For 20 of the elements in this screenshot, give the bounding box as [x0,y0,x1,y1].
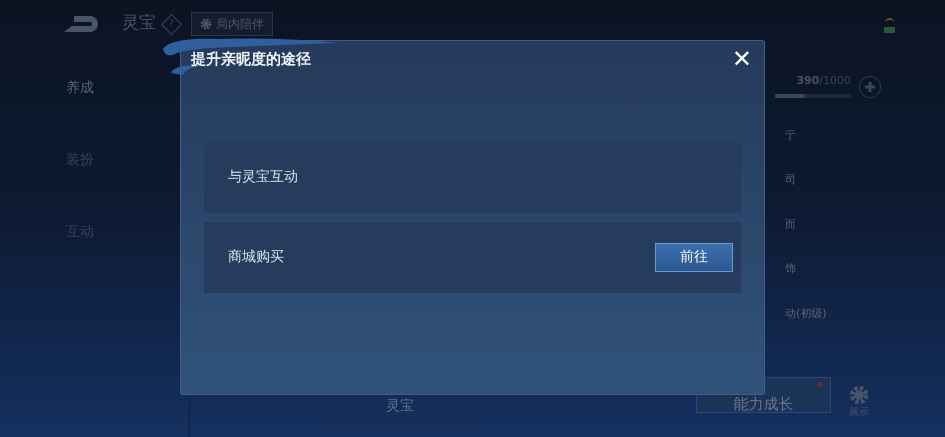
go-button[interactable]: 前往 [655,243,733,272]
plus-icon [864,80,876,92]
option-label: 与灵宝互动 [228,168,298,187]
gear-icon [200,18,212,30]
list-label: 而 [785,216,797,232]
option-row[interactable]: 商城购买 前往 [204,222,741,293]
settings-icon[interactable] [849,385,869,405]
list-label: 司 [785,172,797,188]
help-icon[interactable]: ? [160,13,182,35]
list-label: 亍 [785,128,797,144]
list-label: 饰 [785,261,797,277]
option-row[interactable]: 与灵宝互动 [204,142,741,213]
page-title: 灵宝 [122,12,156,36]
companion-button[interactable]: 局内陪伴 [191,12,273,36]
option-label: 商城购买 [228,248,284,267]
status-icon [884,18,895,32]
list-label: 动(初级) [785,306,828,322]
dialog-title: 提升亲昵度的途径 [191,48,311,70]
close-button[interactable]: ✕ [732,47,752,71]
add-button[interactable] [859,76,881,98]
